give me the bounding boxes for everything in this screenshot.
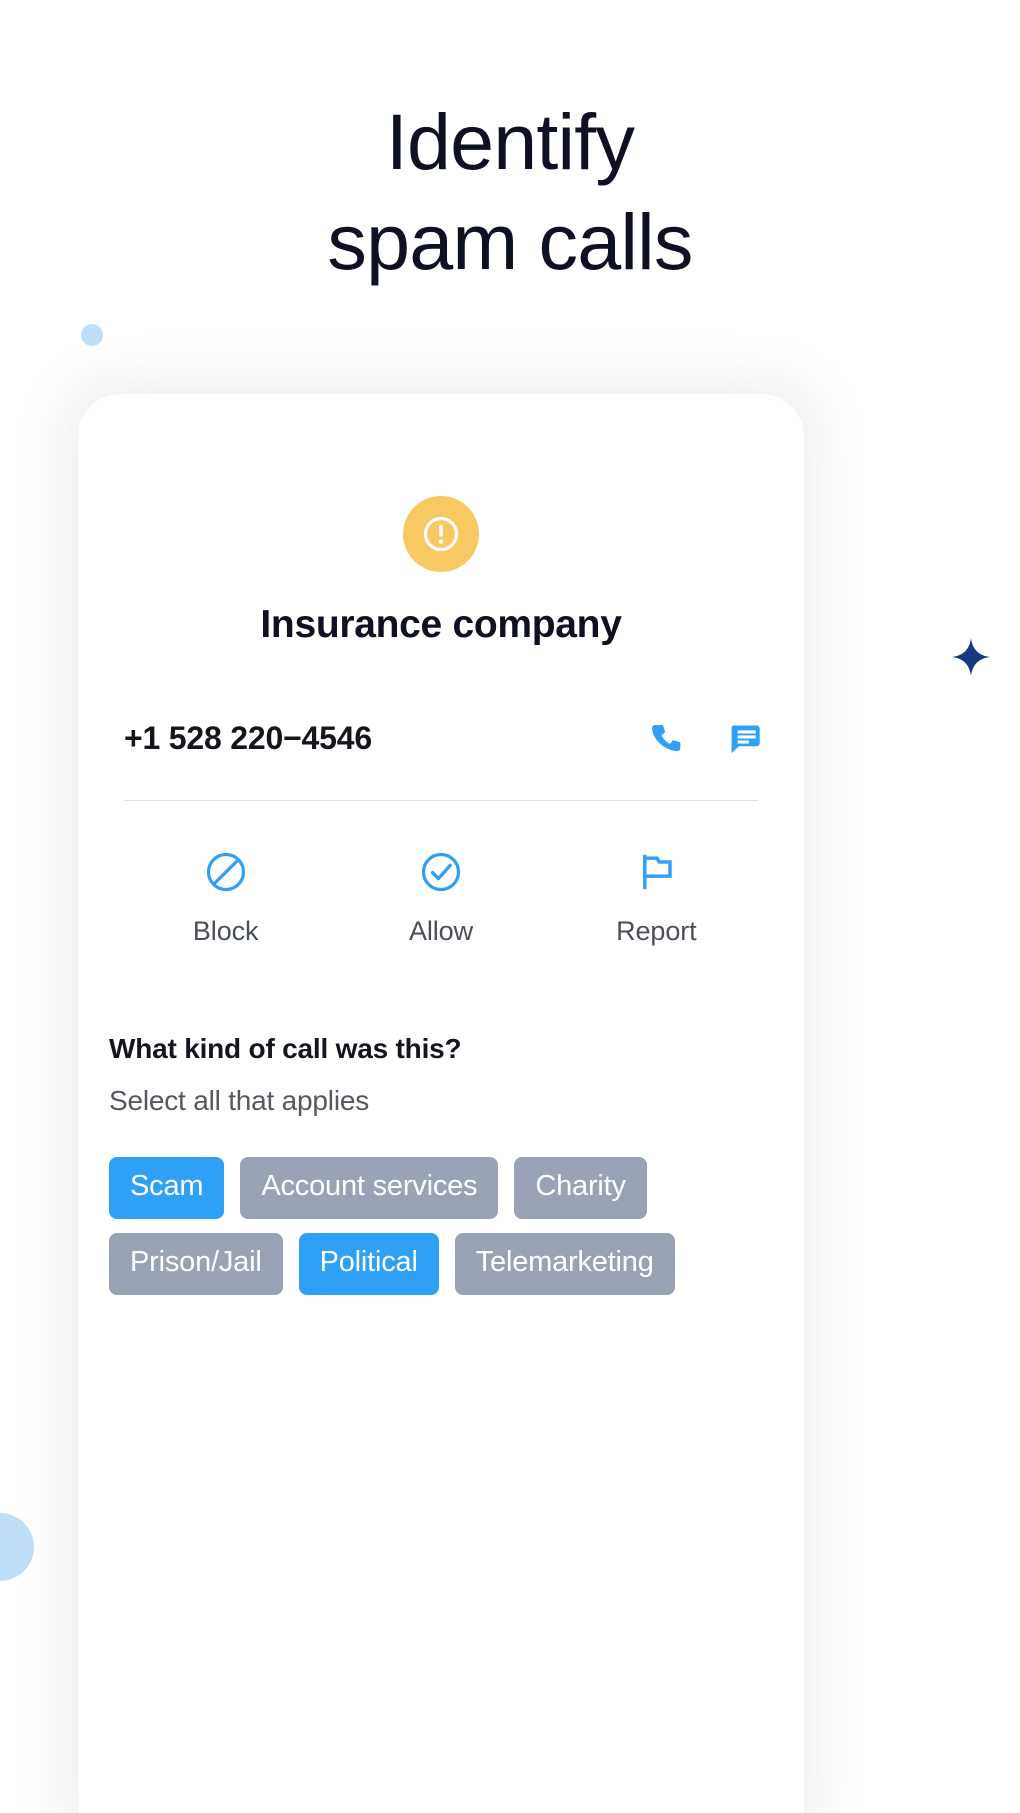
phone-number-value: +1 528 220−4546	[124, 719, 372, 756]
decor-dot-left-icon	[81, 324, 103, 346]
block-action-label: Block	[192, 916, 259, 946]
chip-scam[interactable]: Scam	[109, 1157, 225, 1219]
card-divider	[124, 800, 758, 801]
page-title-line-2: spam calls	[327, 196, 693, 286]
chip-telemarketing[interactable]: Telemarketing	[454, 1233, 675, 1295]
status-badge	[78, 496, 804, 572]
report-action[interactable]: Report	[549, 849, 764, 947]
block-circle-slash-icon	[203, 849, 249, 895]
survey-subtitle: Select all that applies	[109, 1085, 370, 1116]
phone-number-row: +1 528 220−4546	[124, 710, 773, 766]
caller-id-card: Insurance company +1 528 220−4546 Block …	[78, 394, 804, 1813]
block-action[interactable]: Block	[118, 849, 333, 947]
chip-charity[interactable]: Charity	[514, 1157, 647, 1219]
check-circle-icon	[418, 849, 464, 895]
decor-star-right-icon	[952, 638, 990, 676]
report-action-label: Report	[616, 916, 697, 946]
call-type-chip-group: Scam Account services Charity Prison/Jai…	[109, 1157, 773, 1295]
allow-action-label: Allow	[408, 916, 473, 946]
call-button[interactable]	[637, 710, 693, 766]
chip-prison-jail[interactable]: Prison/Jail	[109, 1233, 283, 1295]
page-title: Identify spam calls	[0, 92, 1020, 291]
caller-name: Insurance company	[260, 603, 622, 646]
message-button[interactable]	[717, 710, 773, 766]
warning-exclamation-icon	[403, 496, 479, 572]
page-title-line-1: Identify	[385, 97, 635, 186]
survey-question: What kind of call was this?	[109, 1033, 462, 1064]
call-actions-row: Block Allow Report	[118, 849, 764, 947]
allow-action[interactable]: Allow	[333, 849, 548, 947]
call-type-survey: What kind of call was this? Select all t…	[109, 1033, 804, 1117]
flag-icon	[633, 849, 679, 895]
decor-blob-left-edge-icon	[0, 1513, 34, 1581]
chip-political[interactable]: Political	[298, 1233, 439, 1295]
chip-account-services[interactable]: Account services	[240, 1157, 499, 1219]
